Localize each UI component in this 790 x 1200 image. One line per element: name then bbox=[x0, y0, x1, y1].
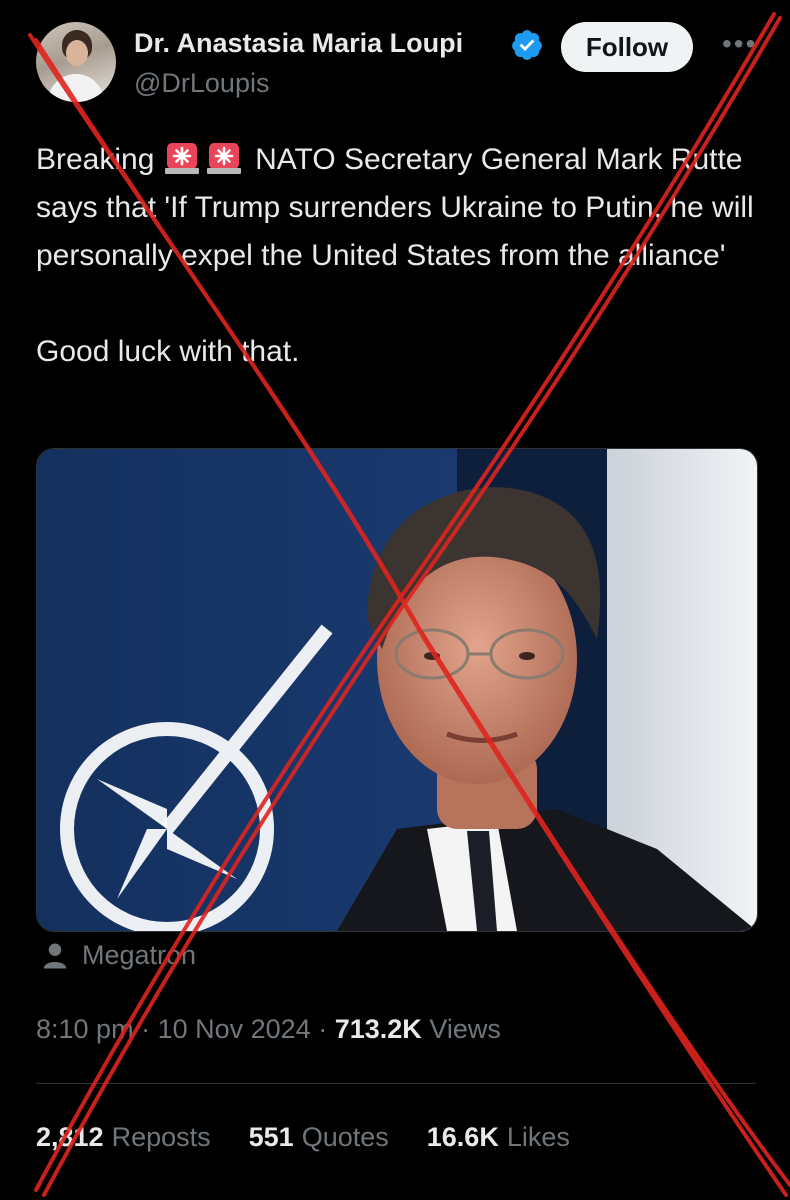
views-count: 713.2K bbox=[334, 1014, 422, 1044]
meta-separator: · bbox=[141, 1014, 158, 1044]
quotes-stat[interactable]: 551 Quotes bbox=[249, 1122, 389, 1153]
author-display-name[interactable]: Dr. Anastasia Maria Loupi bbox=[134, 28, 463, 59]
person-icon bbox=[43, 943, 67, 968]
police-siren-icon bbox=[205, 139, 243, 175]
ellipsis-icon[interactable]: ••• bbox=[722, 30, 757, 58]
reposts-count: 2,812 bbox=[36, 1122, 104, 1152]
photo-illustration bbox=[37, 449, 757, 931]
views-label: Views bbox=[429, 1014, 501, 1044]
follow-button[interactable]: Follow bbox=[561, 22, 693, 72]
media-attribution[interactable]: Megatron bbox=[40, 940, 196, 971]
tweet-photo[interactable] bbox=[36, 448, 758, 932]
likes-count: 16.6K bbox=[426, 1122, 499, 1152]
tweet-meta: 8:10 pm · 10 Nov 2024 · 713.2K Views bbox=[36, 1014, 501, 1045]
reposts-label: Reposts bbox=[111, 1122, 211, 1152]
likes-stat[interactable]: 16.6K Likes bbox=[427, 1122, 570, 1153]
quotes-label: Quotes bbox=[301, 1122, 389, 1152]
avatar-coat bbox=[48, 74, 104, 102]
verified-badge-icon bbox=[510, 28, 544, 62]
tweet-text: Breaking NATO Secretary General Mark Rut… bbox=[36, 136, 766, 376]
avatar-face bbox=[66, 40, 88, 66]
author-handle[interactable]: @DrLoupis bbox=[134, 68, 269, 99]
meta-separator: · bbox=[318, 1014, 335, 1044]
tweet-date[interactable]: 10 Nov 2024 bbox=[158, 1014, 311, 1044]
tweet-paragraph-1: Breaking NATO Secretary General Mark Rut… bbox=[36, 136, 766, 280]
police-siren-icon bbox=[163, 139, 201, 175]
reposts-stat[interactable]: 2,812 Reposts bbox=[36, 1122, 211, 1153]
attribution-name: Megatron bbox=[82, 940, 197, 970]
tweet-paragraph-2: Good luck with that. bbox=[36, 335, 300, 368]
tweet-time[interactable]: 8:10 pm bbox=[36, 1014, 134, 1044]
engagement-stats: 2,812 Reposts 551 Quotes 16.6K Likes bbox=[36, 1122, 570, 1153]
divider bbox=[36, 1083, 756, 1084]
quotes-count: 551 bbox=[248, 1122, 294, 1152]
tweet-prefix: Breaking bbox=[36, 143, 155, 176]
likes-label: Likes bbox=[506, 1122, 570, 1152]
author-avatar[interactable] bbox=[36, 22, 116, 102]
